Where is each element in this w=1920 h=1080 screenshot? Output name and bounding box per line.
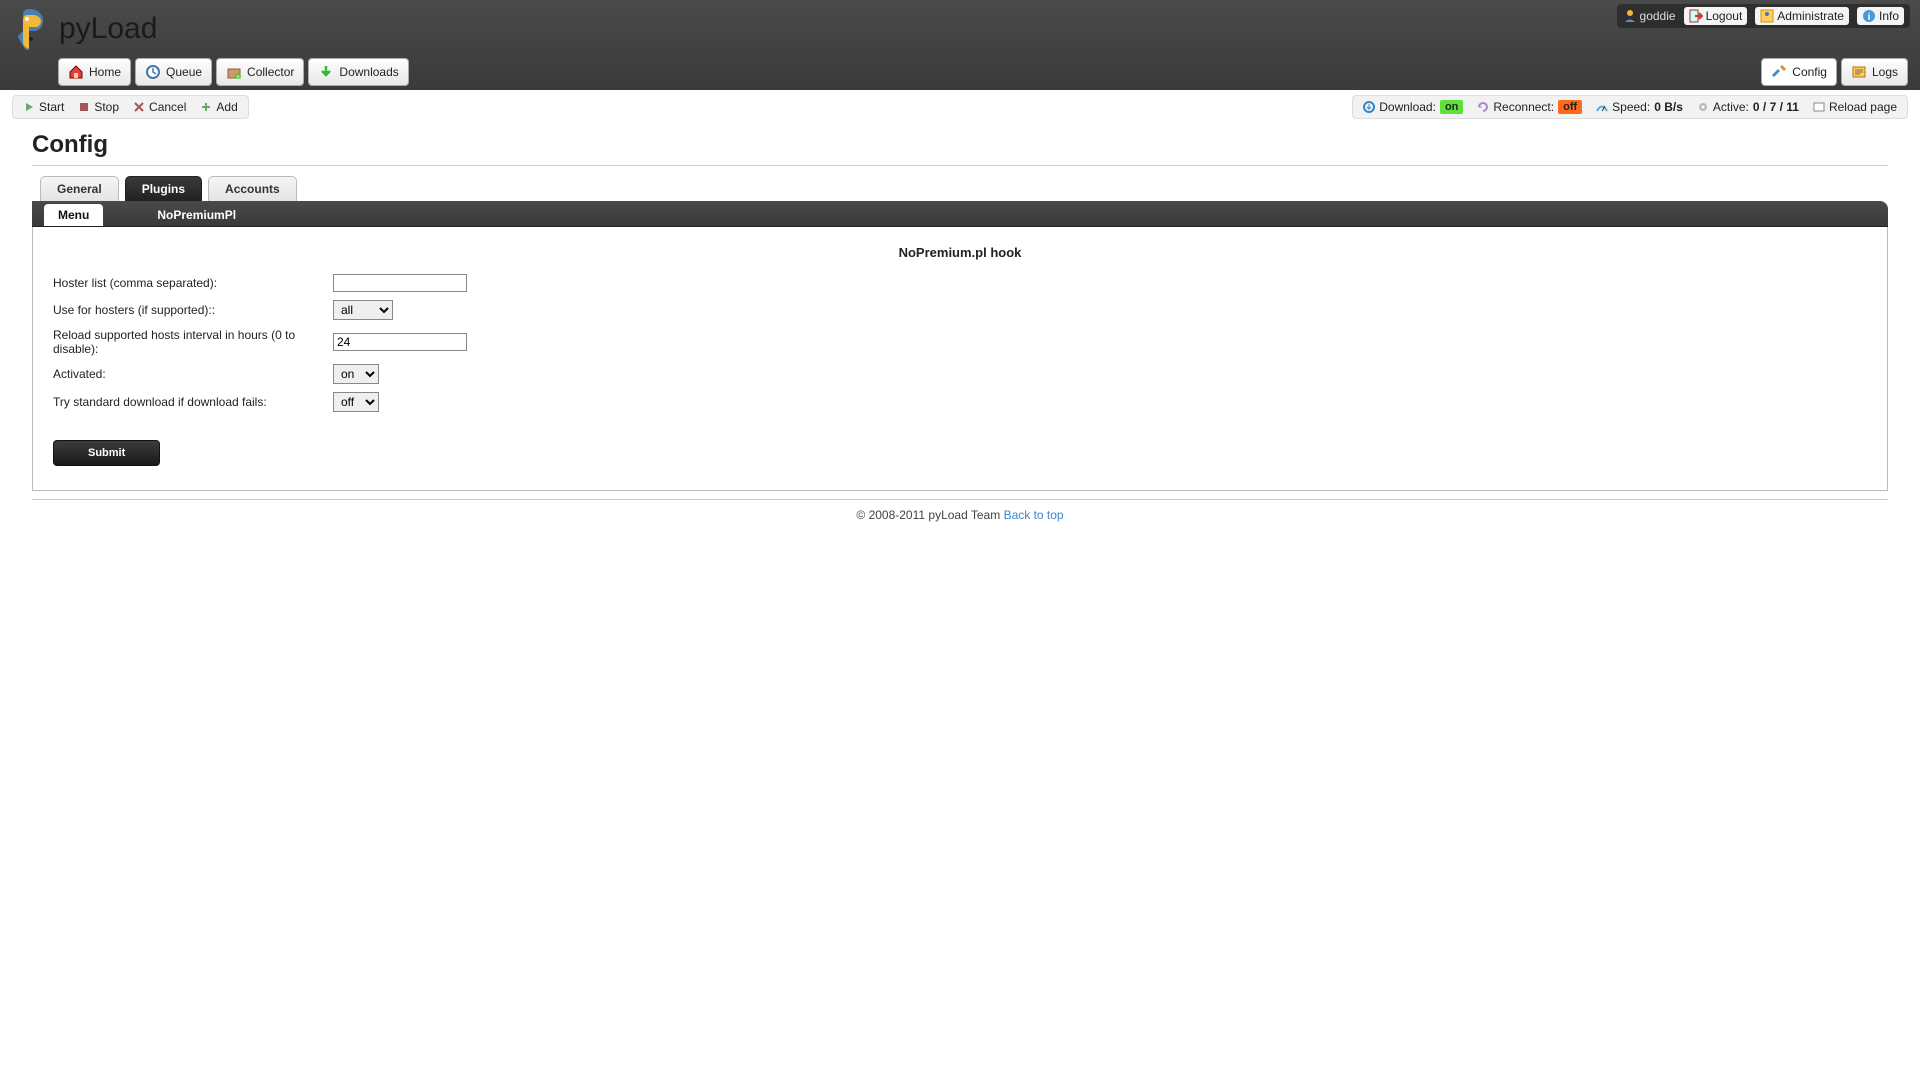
reconnect-state-pill: off xyxy=(1558,100,1582,114)
gear-icon xyxy=(1697,101,1709,113)
page-title: Config xyxy=(32,131,1888,159)
row-try-standard: Try standard download if download fails:… xyxy=(53,392,1867,412)
back-to-top-link[interactable]: Back to top xyxy=(1004,508,1064,522)
download-arrow-icon xyxy=(318,64,334,80)
row-reload-interval: Reload supported hosts interval in hours… xyxy=(53,328,1867,356)
pyload-logo-icon xyxy=(5,5,53,53)
svg-text:i: i xyxy=(1868,12,1871,23)
status-bar: Download: on Reconnect: off Speed: 0 B/s… xyxy=(1352,95,1908,119)
svg-text:+: + xyxy=(236,75,240,80)
label-reload-interval: Reload supported hosts interval in hours… xyxy=(53,328,333,356)
nav-collector[interactable]: + Collector xyxy=(216,58,304,86)
admin-icon xyxy=(1760,9,1774,23)
logs-icon xyxy=(1851,64,1867,80)
label-activated: Activated: xyxy=(53,367,333,381)
select-try-standard[interactable]: off xyxy=(333,392,379,412)
info-icon: i xyxy=(1862,9,1876,23)
cancel-icon xyxy=(133,101,145,113)
reconnect-status[interactable]: Reconnect: off xyxy=(1477,100,1582,114)
tab-plugins[interactable]: Plugins xyxy=(125,176,202,201)
speed-icon xyxy=(1596,101,1608,113)
nav-home[interactable]: Home xyxy=(58,58,131,86)
brand-name: pyLoad xyxy=(59,12,157,46)
footer: © 2008-2011 pyLoad Team Back to top xyxy=(0,508,1920,522)
brand-logo[interactable]: pyLoad xyxy=(5,5,157,53)
administrate-link[interactable]: Administrate xyxy=(1755,7,1849,25)
submit-button[interactable]: Submit xyxy=(53,440,160,466)
stop-button[interactable]: Stop xyxy=(78,100,119,114)
package-icon: + xyxy=(226,64,242,80)
nav-queue[interactable]: Queue xyxy=(135,58,212,86)
cancel-button[interactable]: Cancel xyxy=(133,100,186,114)
label-hoster-list: Hoster list (comma separated): xyxy=(53,276,333,290)
footer-copyright: © 2008-2011 pyLoad Team xyxy=(856,508,1003,522)
start-button[interactable]: Start xyxy=(23,100,64,114)
reload-icon xyxy=(1813,101,1825,113)
add-button[interactable]: Add xyxy=(200,100,237,114)
subtab-plugin[interactable]: NoPremiumPl xyxy=(143,204,250,226)
logout-icon xyxy=(1689,9,1703,23)
logout-link[interactable]: Logout xyxy=(1684,7,1748,25)
form-title: NoPremium.pl hook xyxy=(53,245,1867,260)
nav-config[interactable]: Config xyxy=(1761,58,1837,86)
nav-downloads[interactable]: Downloads xyxy=(308,58,408,86)
tools-icon xyxy=(1771,64,1787,80)
active-status: Active: 0 / 7 / 11 xyxy=(1697,100,1799,114)
main-nav-right: Config Logs xyxy=(1761,58,1908,86)
plugin-subtabs: Menu NoPremiumPl xyxy=(32,201,1888,227)
toolbar: Start Stop Cancel Add Download: on Recon… xyxy=(0,95,1920,119)
reconnect-icon xyxy=(1477,101,1489,113)
home-icon xyxy=(68,64,84,80)
row-use-for-hosters: Use for hosters (if supported):: all xyxy=(53,300,1867,320)
config-tabs: General Plugins Accounts xyxy=(40,176,1880,201)
clock-icon xyxy=(145,64,161,80)
tab-accounts[interactable]: Accounts xyxy=(208,176,297,201)
download-state-pill: on xyxy=(1440,100,1463,114)
reload-page-button[interactable]: Reload page xyxy=(1813,100,1897,114)
select-activated[interactable]: on xyxy=(333,364,379,384)
row-hoster-list: Hoster list (comma separated): xyxy=(53,274,1867,292)
user-name[interactable]: goddie xyxy=(1623,9,1676,23)
speed-status: Speed: 0 B/s xyxy=(1596,100,1683,114)
stop-icon xyxy=(78,101,90,113)
download-status[interactable]: Download: on xyxy=(1363,100,1463,114)
row-activated: Activated: on xyxy=(53,364,1867,384)
add-icon xyxy=(200,101,212,113)
download-icon xyxy=(1363,101,1375,113)
label-use-for-hosters: Use for hosters (if supported):: xyxy=(53,303,333,317)
bottom-divider xyxy=(32,499,1888,500)
user-icon xyxy=(1623,9,1637,23)
toolbar-actions: Start Stop Cancel Add xyxy=(12,95,249,119)
subtab-menu[interactable]: Menu xyxy=(44,204,103,226)
tab-general[interactable]: General xyxy=(40,176,119,201)
select-use-for-hosters[interactable]: all xyxy=(333,300,393,320)
info-link[interactable]: i Info xyxy=(1857,7,1904,25)
play-icon xyxy=(23,101,35,113)
header-bar: pyLoad goddie Logout Administrate i Info xyxy=(0,0,1920,90)
input-reload-interval[interactable] xyxy=(333,333,467,351)
main-nav: Home Queue + Collector Downloads xyxy=(58,58,409,86)
label-try-standard: Try standard download if download fails: xyxy=(53,395,333,409)
nav-logs[interactable]: Logs xyxy=(1841,58,1908,86)
input-hoster-list[interactable] xyxy=(333,274,467,292)
config-panel: NoPremium.pl hook Hoster list (comma sep… xyxy=(32,227,1888,491)
user-bar: goddie Logout Administrate i Info xyxy=(1617,4,1910,28)
divider xyxy=(32,165,1888,166)
